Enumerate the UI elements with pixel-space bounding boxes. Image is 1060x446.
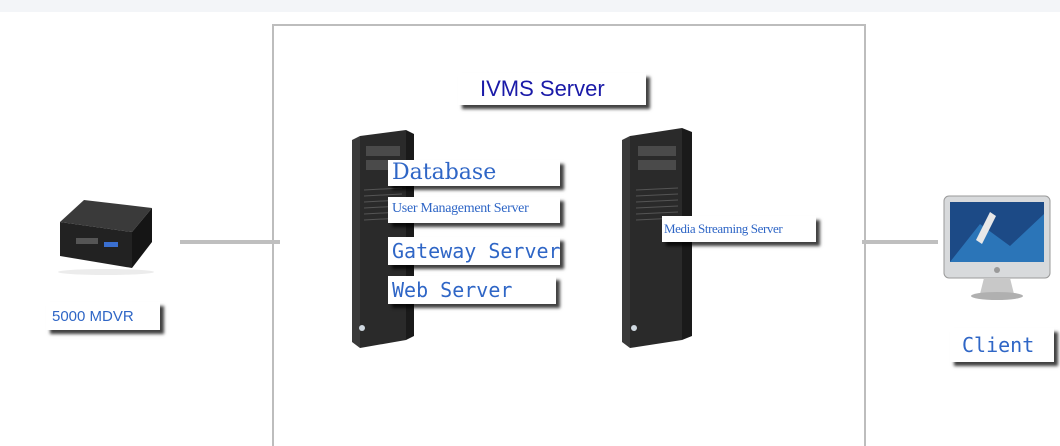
module-gateway-server: Gateway Server	[388, 237, 561, 265]
top-band	[0, 0, 1060, 12]
dvr-device-icon	[58, 200, 154, 275]
device-label: 5000 MDVR	[46, 302, 160, 330]
ivms-server-title: IVMS Server	[458, 73, 646, 105]
client-label: Client	[950, 328, 1054, 362]
module-media-streaming-server: Media Streaming Server	[662, 216, 816, 242]
module-user-management-server: User Management Server	[388, 197, 560, 223]
connector-mdvr-server	[180, 240, 280, 244]
module-database: Database	[388, 160, 560, 186]
imac-computer-icon	[943, 195, 1051, 300]
connector-server-client	[862, 240, 938, 244]
module-web-server: Web Server	[388, 276, 556, 304]
